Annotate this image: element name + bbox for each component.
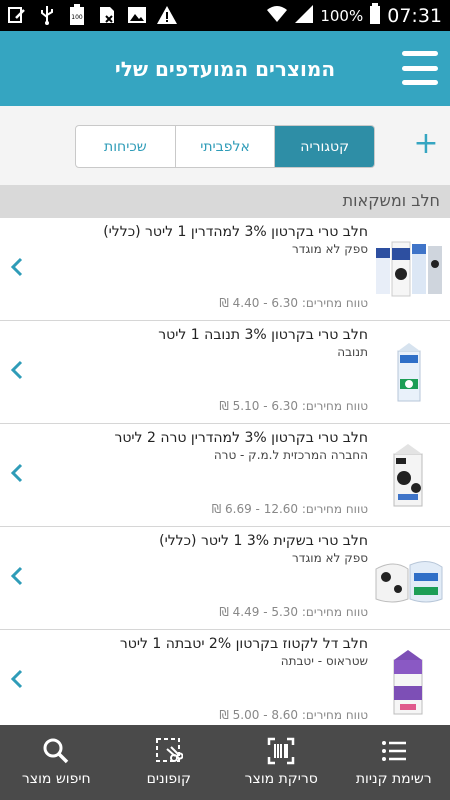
nav-shopping-list[interactable]: רשימת קניות [338,725,450,800]
battery-icon [369,3,381,29]
product-image [374,337,444,407]
nav-label: חיפוש מוצר [21,771,91,787]
nav-search[interactable]: חיפוש מוצר [0,725,113,800]
product-name: חלב טרי בקרטון 3% תנובה 1 ליטר [158,327,368,343]
nav-label: קופונים [146,771,191,787]
list-item[interactable]: חלב טרי בקרטון 3% תנובה 1 ליטר תנובה טוו… [0,321,450,424]
price-range: טווח מחירים: 6.30 - 4.40 ₪ [219,296,368,310]
warning-icon [156,4,178,26]
category-title: חלב ומשקאות [342,191,440,210]
no-sim-icon [96,4,118,26]
coupon-scissors-icon [155,737,184,765]
product-image [374,234,444,304]
tab-category[interactable]: קטגוריה [275,126,374,167]
status-right: 100% 07:31 [266,3,442,29]
nav-label: רשימת קניות [355,771,432,787]
tab-frequency[interactable]: שכיחות [76,126,176,167]
price-range: טווח מחירים: 12.60 - 6.69 ₪ [211,502,368,516]
chevron-left-icon[interactable] [10,359,26,383]
chevron-left-icon[interactable] [10,668,26,692]
page-title: המוצרים המועדפים שלי [114,56,336,81]
nav-scan[interactable]: סריקת מוצר [225,725,338,800]
product-image [374,440,444,510]
product-name: חלב טרי בקרטון 3% למהדרין טרה 2 ליטר [114,430,368,446]
list-item[interactable]: חלב דל לקטוז בקרטון 2% יטבתה 1 ליטר שטרא… [0,630,450,725]
product-supplier: ספק לא מוגדר [292,551,368,565]
product-supplier: שטראוס - יטבתה [280,654,368,668]
nav-coupons[interactable]: קופונים [113,725,226,800]
svg-text:100: 100 [71,14,83,21]
list-item[interactable]: חלב טרי בשקית 3% 1 ליטר (כללי) ספק לא מו… [0,527,450,630]
product-supplier: ספק לא מוגדר [292,242,368,256]
product-name: חלב דל לקטוז בקרטון 2% יטבתה 1 ליטר [119,636,368,652]
tab-alphabetical[interactable]: אלפביתי [176,126,276,167]
signal-icon [294,4,314,28]
product-supplier: החברה המרכזית ל.מ.ק - טרה [213,448,368,462]
chevron-left-icon[interactable] [10,462,26,486]
edit-icon [6,4,28,26]
barcode-scan-icon [267,737,295,765]
chevron-left-icon[interactable] [10,256,26,280]
product-name: חלב טרי בקרטון 3% למהדרין 1 ליטר (כללי) [103,224,368,240]
plus-icon[interactable]: + [412,129,440,159]
list-icon [380,737,408,765]
product-supplier: תנובה [337,345,368,359]
list-item[interactable]: חלב טרי בקרטון 3% למהדרין 1 ליטר (כללי) … [0,218,450,321]
bottom-nav: חיפוש מוצר קופונים סריקת מוצר רשימת קניו… [0,725,450,800]
app-header: המוצרים המועדפים שלי [0,31,450,106]
wifi-icon [266,5,288,27]
category-header: חלב ומשקאות [0,185,450,218]
usb-icon [36,4,58,26]
list-item[interactable]: חלב טרי בקרטון 3% למהדרין טרה 2 ליטר החב… [0,424,450,527]
sort-tabs: שכיחות אלפביתי קטגוריה [75,125,375,168]
image-icon [126,4,148,26]
nav-label: סריקת מוצר [244,771,318,787]
status-bar: 100 100% 07:31 [0,0,450,31]
battery-100-icon: 100 [66,4,88,26]
product-image [374,646,444,716]
hamburger-icon[interactable] [402,51,438,85]
clock: 07:31 [387,5,442,27]
status-left-icons: 100 [6,4,178,26]
product-image [374,543,444,613]
battery-percent: 100% [320,7,364,25]
product-list: חלב טרי בקרטון 3% למהדרין 1 ליטר (כללי) … [0,218,450,725]
search-icon [42,737,70,765]
price-range: טווח מחירים: 8.60 - 5.00 ₪ [219,708,368,722]
price-range: טווח מחירים: 5.30 - 4.49 ₪ [219,605,368,619]
chevron-left-icon[interactable] [10,565,26,589]
sort-tabs-bar: + שכיחות אלפביתי קטגוריה [0,106,450,185]
product-name: חלב טרי בשקית 3% 1 ליטר (כללי) [159,533,368,549]
price-range: טווח מחירים: 6.30 - 5.10 ₪ [219,399,368,413]
